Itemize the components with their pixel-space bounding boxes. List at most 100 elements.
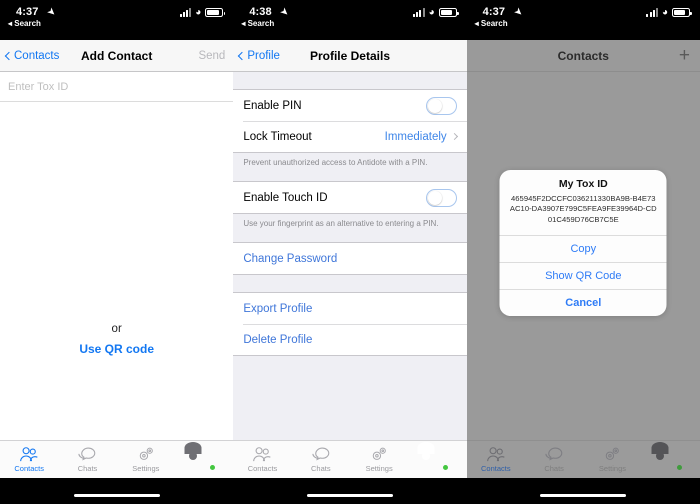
alert-tox-id-value: 465945F2DCCFC036211330BA9B-B4E73AC10-DA3… [509,194,657,224]
tab-bar: Contacts Chats Settings [0,440,234,478]
wifi-icon: ◕ [428,7,435,18]
pin-section: Enable PIN Lock Timeout Immediately [233,89,467,153]
qr-alternative-block: or Use QR code [0,323,233,362]
wifi-icon: ◕ [195,7,202,18]
location-arrow-icon: ➤ [44,5,58,20]
label-enable-touch-id: Enable Touch ID [243,191,328,204]
value-lock-timeout: Immediately [384,130,447,143]
settings-gear-icon [606,447,620,460]
profile-actions-section: Export Profile Delete Profile [233,292,467,356]
cellular-signal-icon [413,8,425,17]
profile-avatar-icon [651,441,683,471]
back-button-profile[interactable]: Profile [233,50,280,62]
status-indicators: ◕ [179,7,226,18]
row-enable-pin[interactable]: Enable PIN [233,90,467,121]
row-export-profile[interactable]: Export Profile [233,293,467,324]
tab-label-settings: Settings [132,464,160,473]
alert-button-show-qr-code[interactable]: Show QR Code [499,262,667,289]
section-gap [233,172,467,181]
tab-settings[interactable]: Settings [117,446,175,473]
alert-button-copy[interactable]: Copy [499,235,667,262]
profile-avatar-icon [417,441,450,471]
tab-label-settings: Settings [598,464,627,473]
tab-chats[interactable]: Chats [292,446,350,473]
tab-label-contacts: Contacts [481,464,511,473]
navigation-bar: Contacts Add Contact Send [0,40,234,72]
battery-icon [438,8,459,17]
row-delete-profile[interactable]: Delete Profile [233,324,467,355]
location-arrow-icon: ➤ [511,5,525,20]
row-accessory [425,96,457,115]
status-time: 4:37 [482,6,506,18]
page-title: Contacts [557,48,609,63]
section-gap [233,72,467,89]
row-change-password[interactable]: Change Password [233,243,467,274]
panel-add-contact: 4:37 ➤ ◂ Search ◕ Contacts Add Contact S… [0,0,234,504]
label-export-profile: Export Profile [243,302,313,315]
back-button-label: Contacts [14,49,60,62]
tab-profile[interactable] [408,441,466,471]
navigation-bar: Profile Profile Details [233,40,467,72]
spacer-bottom [0,362,233,440]
navigation-bar: Contacts + [466,40,700,72]
location-arrow-icon: ➤ [277,5,292,20]
tab-settings[interactable]: Settings [583,446,641,473]
label-lock-timeout: Lock Timeout [243,130,312,143]
panel-contacts-with-alert: 4:37 ➤ ◂ Search ◕ Contacts + Contacts Ch… [466,0,700,504]
settings-list: Enable PIN Lock Timeout Immediately Prev… [233,72,467,440]
status-time: 4:37 [16,6,39,18]
tab-label-settings: Settings [365,464,393,473]
home-indicator [233,478,467,504]
cellular-signal-icon [646,8,658,17]
alert-button-cancel[interactable]: Cancel [499,289,667,316]
tab-label-chats: Chats [77,464,98,473]
profile-avatar-icon [184,441,217,471]
row-lock-timeout[interactable]: Lock Timeout Immediately [233,121,467,152]
tab-contacts[interactable]: Contacts [233,446,291,473]
battery-icon [205,8,226,17]
tab-settings[interactable]: Settings [350,446,408,473]
tab-chats[interactable]: Chats [58,446,116,473]
status-bar: 4:37 ➤ ◂ Search ◕ [0,0,234,40]
status-back-label: ◂ Search [8,19,41,28]
send-button[interactable]: Send [198,50,233,62]
chevron-left-icon [238,51,247,60]
label-enable-pin: Enable PIN [243,99,302,112]
row-enable-touch-id[interactable]: Enable Touch ID [233,182,467,213]
settings-gear-icon [372,447,386,460]
tab-profile[interactable] [642,441,700,471]
back-button-contacts[interactable]: Contacts [0,50,59,62]
label-change-password: Change Password [243,252,338,265]
chevron-left-icon [4,51,14,60]
toggle-enable-touch-id[interactable] [425,188,457,207]
tab-profile[interactable] [175,441,233,471]
tab-label-contacts: Contacts [247,464,278,473]
status-badge-online [442,463,450,471]
status-indicators: ◕ [413,7,459,18]
status-back-label: ◂ Search [474,19,508,28]
settings-gear-icon [139,447,153,460]
tox-id-input[interactable]: Enter Tox ID [0,72,234,102]
wifi-icon: ◕ [661,7,668,18]
tab-chats[interactable]: Chats [525,446,583,473]
add-contact-plus-icon[interactable]: + [679,46,700,65]
panel-profile-details: 4:38 ➤ ◂ Search ◕ Profile Profile Detail… [233,0,467,504]
or-label: or [111,323,122,335]
section-gap [233,233,467,242]
tab-contacts[interactable]: Contacts [467,446,525,473]
label-delete-profile: Delete Profile [243,333,313,346]
three-panel-screenshot: 4:37 ➤ ◂ Search ◕ Contacts Add Contact S… [0,0,700,504]
chats-icon [545,447,563,461]
chats-icon [78,447,96,461]
tab-contacts[interactable]: Contacts [0,446,58,473]
toggle-enable-pin[interactable] [425,96,457,115]
back-button-label: Profile [247,49,280,62]
use-qr-code-link[interactable]: Use QR code [0,342,233,356]
home-indicator [466,478,700,504]
my-tox-id-alert: My Tox ID 465945F2DCCFC036211330BA9B-B4E… [499,170,667,317]
status-time: 4:38 [249,6,272,18]
tab-bar: Contacts Chats Settings [466,440,700,478]
alert-header: My Tox ID 465945F2DCCFC036211330BA9B-B4E… [500,170,667,235]
contacts-icon [253,447,272,462]
tab-bar: Contacts Chats Settings [233,440,467,478]
